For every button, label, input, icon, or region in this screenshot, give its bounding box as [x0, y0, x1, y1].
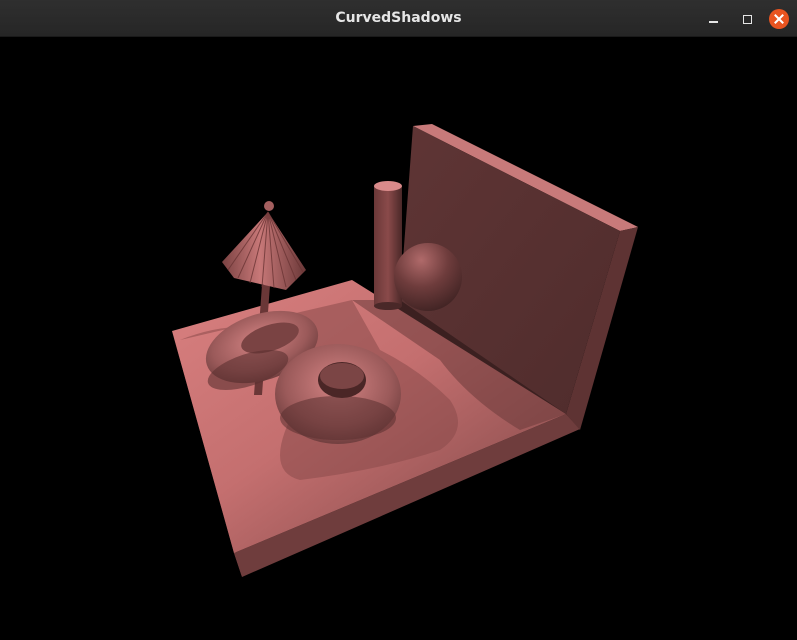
- sphere: [394, 243, 462, 311]
- torus-small: [275, 344, 401, 444]
- maximize-icon: [742, 14, 752, 24]
- scene-canvas: [172, 124, 638, 577]
- umbrella-canopy: [222, 201, 306, 290]
- minimize-icon: [708, 21, 718, 23]
- close-icon: [774, 14, 784, 24]
- close-button[interactable]: [769, 9, 789, 29]
- title-bar[interactable]: CurvedShadows: [0, 0, 797, 37]
- app-window: CurvedShadows: [0, 0, 797, 636]
- maximize-button[interactable]: [737, 9, 757, 29]
- minimize-button[interactable]: [703, 9, 723, 29]
- window-title: CurvedShadows: [335, 10, 462, 26]
- 3d-viewport[interactable]: [0, 37, 797, 636]
